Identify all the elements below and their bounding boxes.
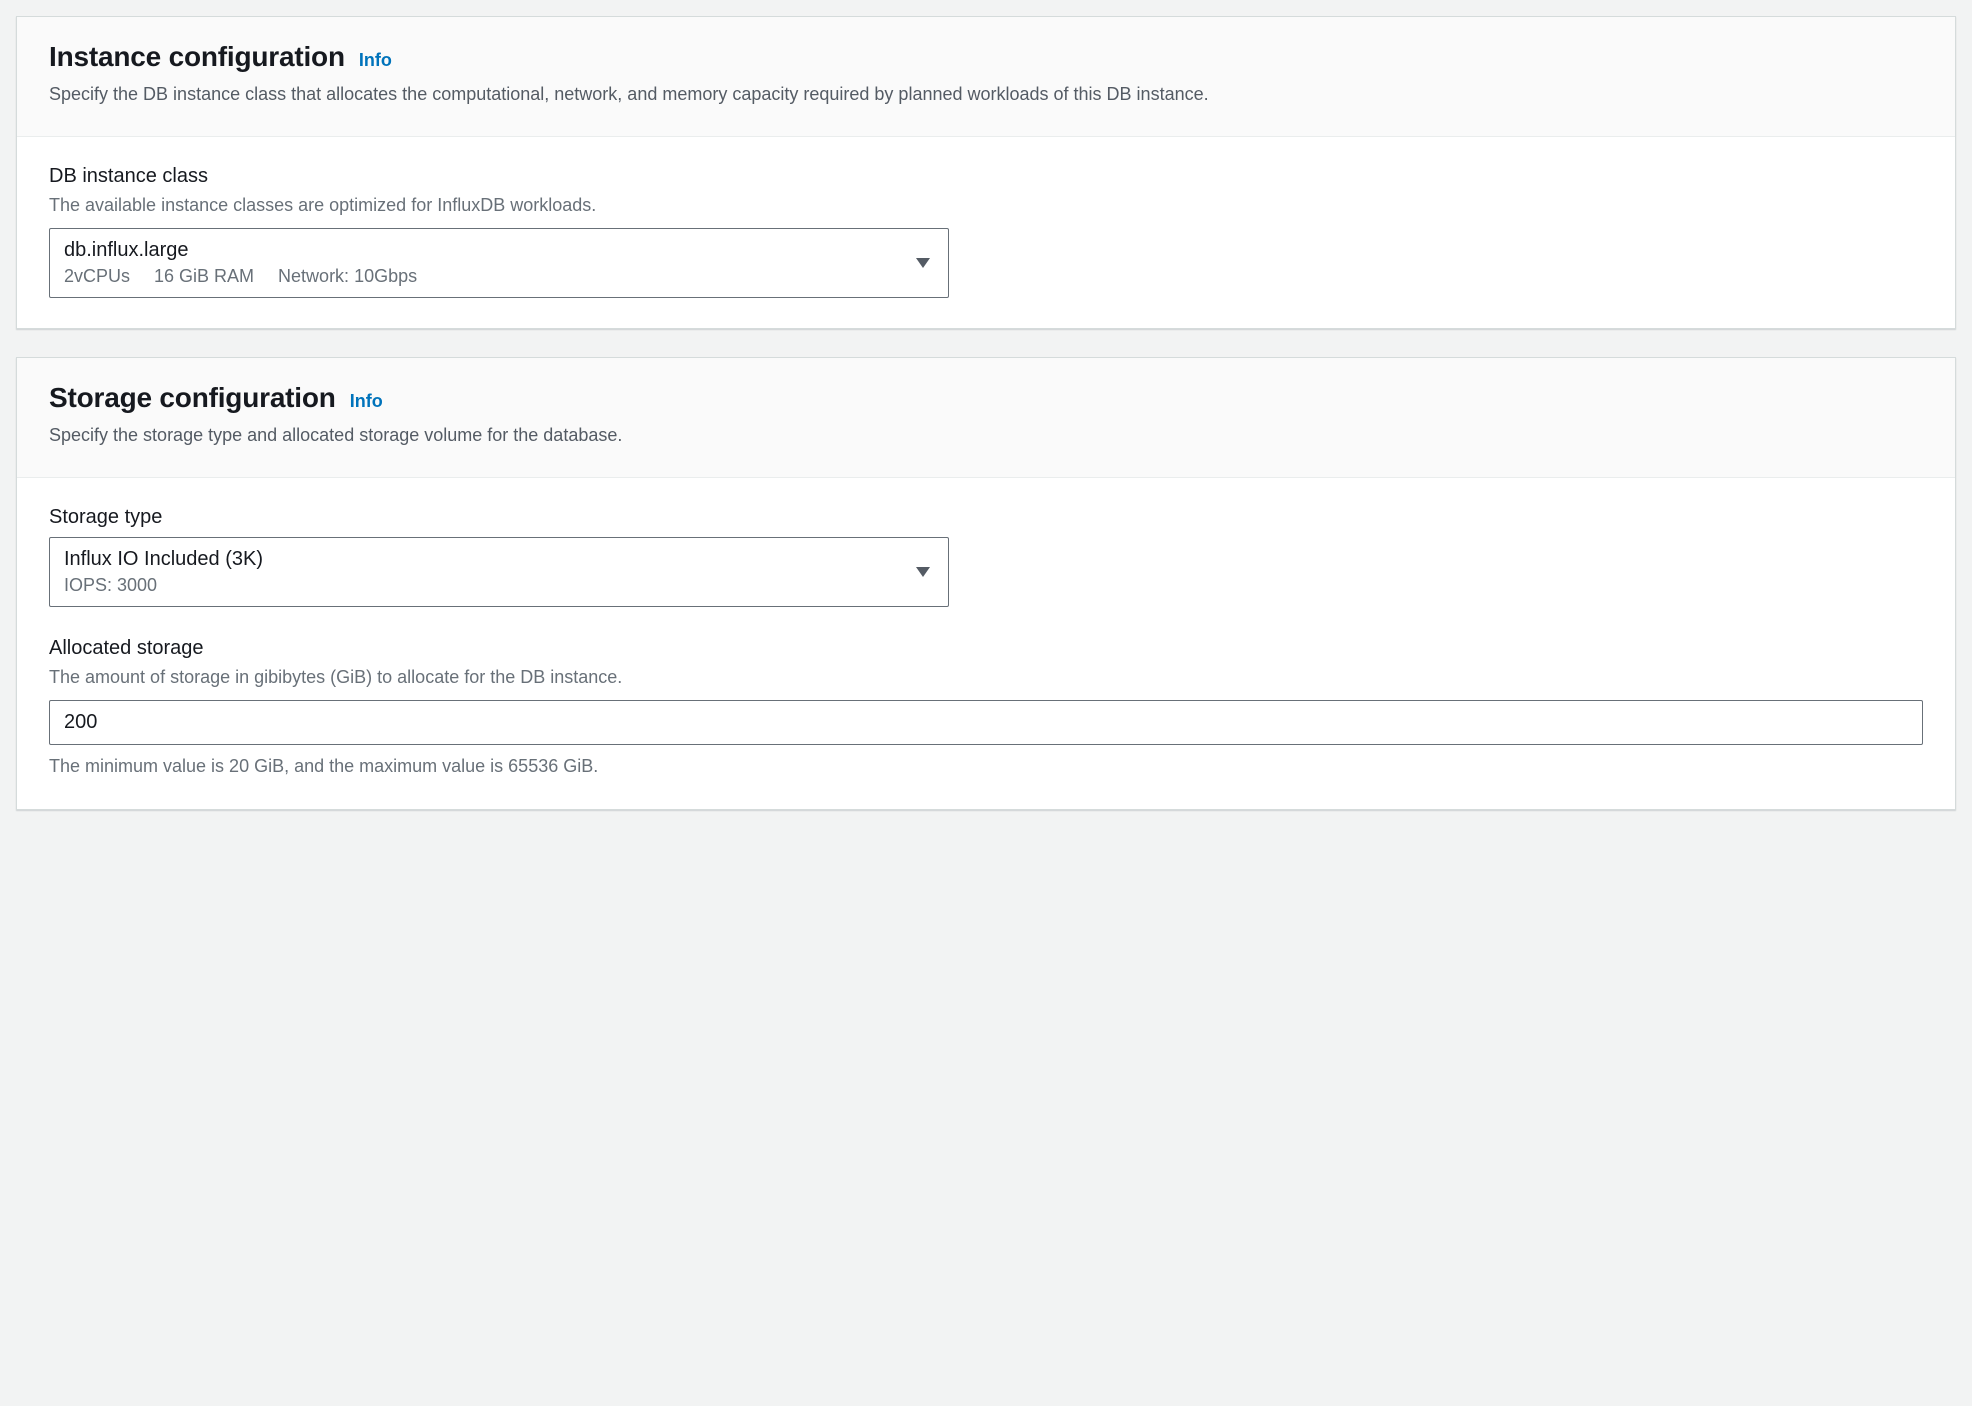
storage-config-header: Storage configuration Info Specify the s…	[17, 358, 1955, 478]
storage-config-description: Specify the storage type and allocated s…	[49, 422, 1923, 449]
db-instance-class-label: DB instance class	[49, 165, 1923, 188]
storage-type-selected-name: Influx IO Included (3K)	[64, 548, 904, 571]
storage-type-selected-specs: IOPS: 3000	[64, 575, 904, 596]
instance-config-title: Instance configuration	[49, 41, 345, 73]
db-instance-class-vcpus: 2vCPUs	[64, 266, 130, 287]
allocated-storage-label: Allocated storage	[49, 637, 1923, 660]
instance-configuration-panel: Instance configuration Info Specify the …	[16, 16, 1956, 329]
allocated-storage-help: The minimum value is 20 GiB, and the max…	[49, 753, 1923, 779]
instance-config-body: DB instance class The available instance…	[17, 137, 1955, 328]
storage-type-label: Storage type	[49, 506, 1923, 529]
db-instance-class-selected-name: db.influx.large	[64, 239, 904, 262]
db-instance-class-description: The available instance classes are optim…	[49, 192, 1923, 218]
instance-config-header: Instance configuration Info Specify the …	[17, 17, 1955, 137]
allocated-storage-description: The amount of storage in gibibytes (GiB)…	[49, 664, 1923, 690]
storage-config-title: Storage configuration	[49, 382, 336, 414]
storage-type-field: Storage type Influx IO Included (3K) IOP…	[49, 506, 1923, 607]
allocated-storage-input[interactable]	[49, 700, 1923, 745]
instance-config-info-link[interactable]: Info	[359, 50, 392, 71]
instance-config-description: Specify the DB instance class that alloc…	[49, 81, 1923, 108]
caret-down-icon	[916, 258, 930, 268]
db-instance-class-network: Network: 10Gbps	[278, 266, 417, 287]
storage-configuration-panel: Storage configuration Info Specify the s…	[16, 357, 1956, 810]
allocated-storage-field: Allocated storage The amount of storage …	[49, 637, 1923, 779]
caret-down-icon	[916, 567, 930, 577]
storage-type-select[interactable]: Influx IO Included (3K) IOPS: 3000	[49, 537, 949, 607]
db-instance-class-selected-specs: 2vCPUs 16 GiB RAM Network: 10Gbps	[64, 266, 904, 287]
db-instance-class-select[interactable]: db.influx.large 2vCPUs 16 GiB RAM Networ…	[49, 228, 949, 298]
db-instance-class-field: DB instance class The available instance…	[49, 165, 1923, 298]
storage-config-info-link[interactable]: Info	[350, 391, 383, 412]
storage-type-iops: IOPS: 3000	[64, 575, 157, 596]
db-instance-class-ram: 16 GiB RAM	[154, 266, 254, 287]
storage-config-body: Storage type Influx IO Included (3K) IOP…	[17, 478, 1955, 809]
